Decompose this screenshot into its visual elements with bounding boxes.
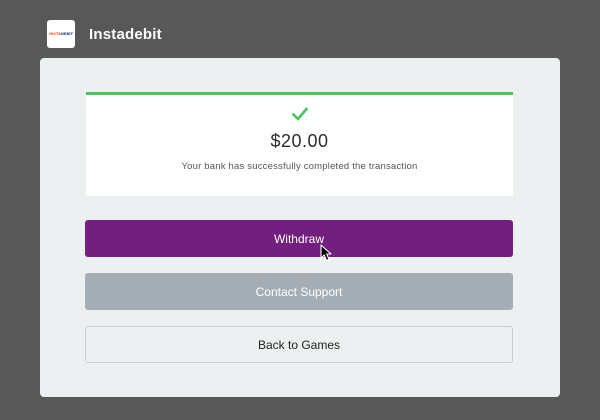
contact-support-button[interactable]: Contact Support <box>85 273 513 310</box>
withdraw-button[interactable]: Withdraw <box>85 220 513 257</box>
app-header: INSTADEBIT Instadebit <box>47 20 162 48</box>
check-icon <box>291 107 308 121</box>
logo-text-prefix: INSTA <box>49 32 61 36</box>
payment-panel: $20.00 Your bank has successfully comple… <box>40 58 560 397</box>
instadebit-logo: INSTADEBIT <box>47 20 75 48</box>
transaction-result-card: $20.00 Your bank has successfully comple… <box>86 92 513 196</box>
transaction-amount: $20.00 <box>270 131 329 151</box>
back-to-games-button[interactable]: Back to Games <box>85 326 513 363</box>
transaction-message: Your bank has successfully completed the… <box>181 161 418 172</box>
logo-text: INSTADEBIT <box>49 32 73 36</box>
logo-text-suffix: DEBIT <box>60 32 73 36</box>
app-title: Instadebit <box>89 25 162 43</box>
mouse-pointer-icon <box>320 244 332 262</box>
